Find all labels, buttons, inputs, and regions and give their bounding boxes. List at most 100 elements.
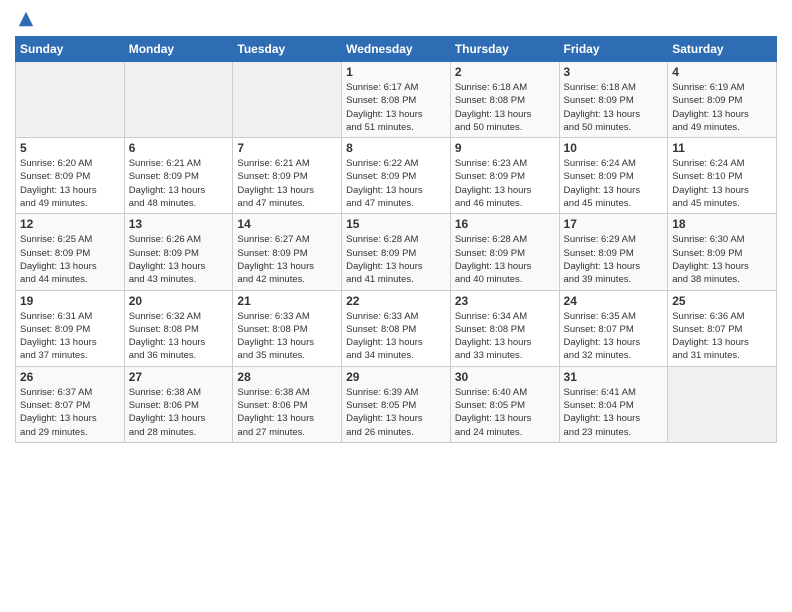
day-info: Sunrise: 6:31 AM Sunset: 8:09 PM Dayligh… xyxy=(20,310,120,363)
header-tuesday: Tuesday xyxy=(233,37,342,62)
header-thursday: Thursday xyxy=(450,37,559,62)
day-number: 4 xyxy=(672,65,772,79)
day-cell: 16 Sunrise: 6:28 AM Sunset: 8:09 PM Dayli… xyxy=(450,214,559,290)
week-row-4: 26 Sunrise: 6:37 AM Sunset: 8:07 PM Dayli… xyxy=(16,366,777,442)
day-info: Sunrise: 6:33 AM Sunset: 8:08 PM Dayligh… xyxy=(346,310,446,363)
day-info: Sunrise: 6:20 AM Sunset: 8:09 PM Dayligh… xyxy=(20,157,120,210)
day-info: Sunrise: 6:37 AM Sunset: 8:07 PM Dayligh… xyxy=(20,386,120,439)
day-cell: 3Sunrise: 6:18 AM Sunset: 8:09 PM Daylig… xyxy=(559,62,668,138)
day-number: 25 xyxy=(672,294,772,308)
day-info: Sunrise: 6:30 AM Sunset: 8:09 PM Dayligh… xyxy=(672,233,772,286)
day-info: Sunrise: 6:21 AM Sunset: 8:09 PM Dayligh… xyxy=(237,157,337,210)
day-info: Sunrise: 6:27 AM Sunset: 8:09 PM Dayligh… xyxy=(237,233,337,286)
day-cell: 20Sunrise: 6:32 AM Sunset: 8:08 PM Dayli… xyxy=(124,290,233,366)
day-info: Sunrise: 6:22 AM Sunset: 8:09 PM Dayligh… xyxy=(346,157,446,210)
day-number: 2 xyxy=(455,65,555,79)
day-cell: 4 Sunrise: 6:19 AM Sunset: 8:09 PM Daylig… xyxy=(668,62,777,138)
day-info: Sunrise: 6:18 AM Sunset: 8:08 PM Dayligh… xyxy=(455,81,555,134)
day-info: Sunrise: 6:40 AM Sunset: 8:05 PM Dayligh… xyxy=(455,386,555,439)
day-cell: 13 Sunrise: 6:26 AM Sunset: 8:09 PM Dayli… xyxy=(124,214,233,290)
day-info: Sunrise: 6:28 AM Sunset: 8:09 PM Dayligh… xyxy=(346,233,446,286)
week-row-3: 19 Sunrise: 6:31 AM Sunset: 8:09 PM Dayli… xyxy=(16,290,777,366)
day-info: Sunrise: 6:39 AM Sunset: 8:05 PM Dayligh… xyxy=(346,386,446,439)
day-number: 9 xyxy=(455,141,555,155)
calendar-table: SundayMondayTuesdayWednesdayThursdayFrid… xyxy=(15,36,777,443)
day-cell: 17 Sunrise: 6:29 AM Sunset: 8:09 PM Dayli… xyxy=(559,214,668,290)
week-row-0: 1Sunrise: 6:17 AM Sunset: 8:08 PM Daylig… xyxy=(16,62,777,138)
day-cell: 28 Sunrise: 6:38 AM Sunset: 8:06 PM Dayli… xyxy=(233,366,342,442)
header-wednesday: Wednesday xyxy=(342,37,451,62)
day-cell: 1Sunrise: 6:17 AM Sunset: 8:08 PM Daylig… xyxy=(342,62,451,138)
day-cell: 19 Sunrise: 6:31 AM Sunset: 8:09 PM Dayli… xyxy=(16,290,125,366)
day-info: Sunrise: 6:35 AM Sunset: 8:07 PM Dayligh… xyxy=(564,310,664,363)
day-info: Sunrise: 6:28 AM Sunset: 8:09 PM Dayligh… xyxy=(455,233,555,286)
day-info: Sunrise: 6:26 AM Sunset: 8:09 PM Dayligh… xyxy=(129,233,229,286)
day-number: 31 xyxy=(564,370,664,384)
day-cell: 2 Sunrise: 6:18 AM Sunset: 8:08 PM Daylig… xyxy=(450,62,559,138)
day-number: 26 xyxy=(20,370,120,384)
day-number: 16 xyxy=(455,217,555,231)
day-cell: 31 Sunrise: 6:41 AM Sunset: 8:04 PM Dayli… xyxy=(559,366,668,442)
day-cell: 6Sunrise: 6:21 AM Sunset: 8:09 PM Daylig… xyxy=(124,138,233,214)
day-info: Sunrise: 6:29 AM Sunset: 8:09 PM Dayligh… xyxy=(564,233,664,286)
day-cell: 9 Sunrise: 6:23 AM Sunset: 8:09 PM Daylig… xyxy=(450,138,559,214)
day-number: 17 xyxy=(564,217,664,231)
header-saturday: Saturday xyxy=(668,37,777,62)
day-cell: 14 Sunrise: 6:27 AM Sunset: 8:09 PM Dayli… xyxy=(233,214,342,290)
day-info: Sunrise: 6:36 AM Sunset: 8:07 PM Dayligh… xyxy=(672,310,772,363)
day-number: 11 xyxy=(672,141,772,155)
day-cell: 26 Sunrise: 6:37 AM Sunset: 8:07 PM Dayli… xyxy=(16,366,125,442)
day-number: 5 xyxy=(20,141,120,155)
day-cell: 25 Sunrise: 6:36 AM Sunset: 8:07 PM Dayli… xyxy=(668,290,777,366)
day-number: 23 xyxy=(455,294,555,308)
day-cell xyxy=(124,62,233,138)
day-info: Sunrise: 6:24 AM Sunset: 8:09 PM Dayligh… xyxy=(564,157,664,210)
day-number: 8 xyxy=(346,141,446,155)
day-cell: 18 Sunrise: 6:30 AM Sunset: 8:09 PM Dayli… xyxy=(668,214,777,290)
day-number: 6 xyxy=(129,141,229,155)
day-number: 13 xyxy=(129,217,229,231)
day-number: 12 xyxy=(20,217,120,231)
week-row-1: 5 Sunrise: 6:20 AM Sunset: 8:09 PM Daylig… xyxy=(16,138,777,214)
day-cell: 12 Sunrise: 6:25 AM Sunset: 8:09 PM Dayli… xyxy=(16,214,125,290)
day-info: Sunrise: 6:19 AM Sunset: 8:09 PM Dayligh… xyxy=(672,81,772,134)
day-cell: 8 Sunrise: 6:22 AM Sunset: 8:09 PM Daylig… xyxy=(342,138,451,214)
day-info: Sunrise: 6:23 AM Sunset: 8:09 PM Dayligh… xyxy=(455,157,555,210)
logo-icon xyxy=(17,10,35,28)
day-number: 15 xyxy=(346,217,446,231)
day-cell xyxy=(668,366,777,442)
day-number: 20 xyxy=(129,294,229,308)
day-number: 10 xyxy=(564,141,664,155)
day-info: Sunrise: 6:33 AM Sunset: 8:08 PM Dayligh… xyxy=(237,310,337,363)
day-cell: 5 Sunrise: 6:20 AM Sunset: 8:09 PM Daylig… xyxy=(16,138,125,214)
day-number: 18 xyxy=(672,217,772,231)
day-number: 14 xyxy=(237,217,337,231)
logo xyxy=(15,10,35,28)
day-info: Sunrise: 6:38 AM Sunset: 8:06 PM Dayligh… xyxy=(237,386,337,439)
day-number: 22 xyxy=(346,294,446,308)
day-number: 19 xyxy=(20,294,120,308)
day-number: 24 xyxy=(564,294,664,308)
day-info: Sunrise: 6:41 AM Sunset: 8:04 PM Dayligh… xyxy=(564,386,664,439)
day-number: 27 xyxy=(129,370,229,384)
day-number: 28 xyxy=(237,370,337,384)
header-monday: Monday xyxy=(124,37,233,62)
day-number: 30 xyxy=(455,370,555,384)
day-info: Sunrise: 6:25 AM Sunset: 8:09 PM Dayligh… xyxy=(20,233,120,286)
day-cell: 15 Sunrise: 6:28 AM Sunset: 8:09 PM Dayli… xyxy=(342,214,451,290)
day-cell: 24 Sunrise: 6:35 AM Sunset: 8:07 PM Dayli… xyxy=(559,290,668,366)
day-number: 7 xyxy=(237,141,337,155)
day-cell xyxy=(16,62,125,138)
day-cell: 30 Sunrise: 6:40 AM Sunset: 8:05 PM Dayli… xyxy=(450,366,559,442)
day-cell: 23Sunrise: 6:34 AM Sunset: 8:08 PM Dayli… xyxy=(450,290,559,366)
day-cell: 22 Sunrise: 6:33 AM Sunset: 8:08 PM Dayli… xyxy=(342,290,451,366)
day-info: Sunrise: 6:38 AM Sunset: 8:06 PM Dayligh… xyxy=(129,386,229,439)
day-number: 29 xyxy=(346,370,446,384)
day-cell xyxy=(233,62,342,138)
day-cell: 27 Sunrise: 6:38 AM Sunset: 8:06 PM Dayli… xyxy=(124,366,233,442)
week-row-2: 12 Sunrise: 6:25 AM Sunset: 8:09 PM Dayli… xyxy=(16,214,777,290)
day-info: Sunrise: 6:24 AM Sunset: 8:10 PM Dayligh… xyxy=(672,157,772,210)
day-cell: 21Sunrise: 6:33 AM Sunset: 8:08 PM Dayli… xyxy=(233,290,342,366)
day-cell: 11 Sunrise: 6:24 AM Sunset: 8:10 PM Dayli… xyxy=(668,138,777,214)
day-number: 3 xyxy=(564,65,664,79)
